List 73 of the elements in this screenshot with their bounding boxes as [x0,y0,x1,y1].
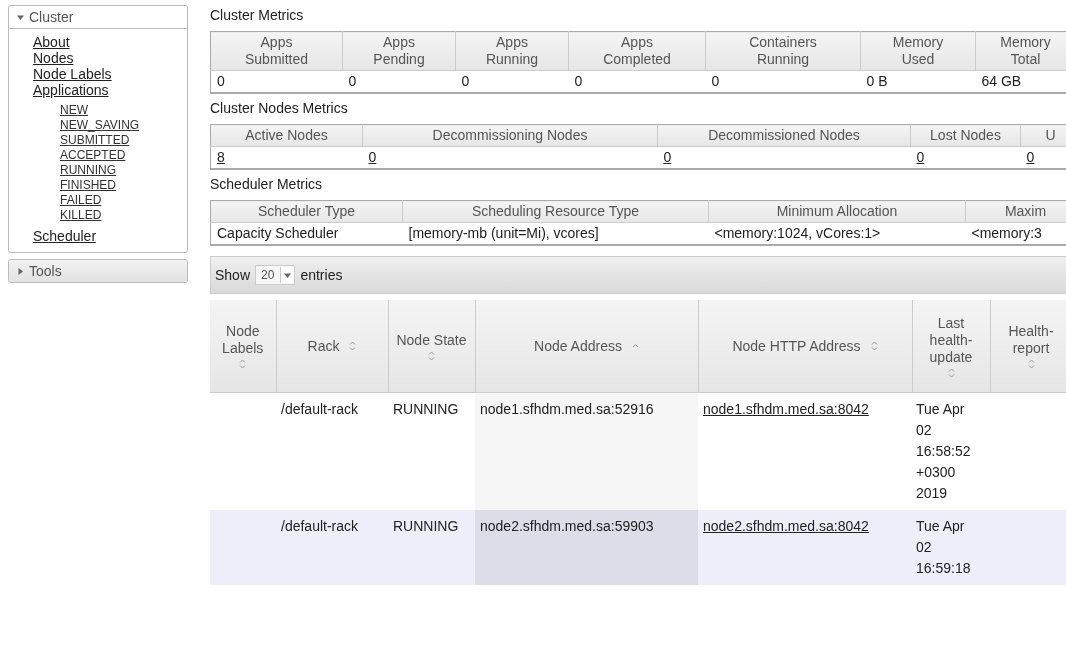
value-link[interactable]: 0 [1026,149,1035,165]
table-cell: <memory:1024, vCores:1> [708,222,966,245]
nav-link[interactable]: NEW [60,103,88,117]
column-header: Active Nodes [210,124,363,147]
label-text: Show [215,267,251,283]
column-header[interactable]: Last health-update [912,300,990,393]
node-link[interactable]: node2.sfhdm.med.sa:8042 [703,518,869,534]
table-cell: Tue Apr 02 16:58:52 +0300 2019 [912,392,990,510]
caret-icon [17,13,24,21]
page-size-select[interactable]: 20 [255,265,296,285]
table-cell: Tue Apr 02 16:59:18 [912,510,990,585]
table-cell: 0 [455,70,569,93]
node-link[interactable]: node1.sfhdm.med.sa:8042 [703,401,869,417]
table-cell: Capacity Scheduler [210,222,403,245]
table-cell: /default-rack [276,510,388,585]
column-header[interactable]: Rack [276,300,388,393]
nav-link[interactable]: Applications [33,82,109,98]
column-header[interactable]: Node HTTP Address [698,300,912,393]
column-header: Apps Pending [342,31,456,71]
caret-icon [284,271,292,279]
column-header: U [1020,124,1066,147]
nav-link[interactable]: NEW_SAVING [60,118,140,132]
nav-link[interactable]: Scheduler [33,228,97,244]
section-title: Cluster Nodes Metrics [210,100,348,116]
nav-link[interactable]: About [33,34,70,50]
column-header[interactable]: Node Labels [210,300,276,393]
column-header: Apps Completed [568,31,706,71]
column-header: Decommissioning Nodes [362,124,658,147]
column-header: Memory Total [975,31,1066,71]
value-link[interactable]: 0 [368,149,377,165]
column-header[interactable]: Health-report [990,300,1066,393]
table-cell: RUNNING [388,392,475,510]
nav-link[interactable]: Nodes [33,50,74,66]
section-title: Cluster Metrics [210,7,304,23]
caret-icon [17,267,24,275]
table-cell: 0 [705,70,861,93]
column-header: Minimum Allocation [708,200,966,223]
column-header: Scheduler Type [210,200,403,223]
table-cell: RUNNING [388,510,475,585]
value-link[interactable]: 8 [217,149,225,165]
value-link[interactable]: 0 [663,149,672,165]
table-cell: <memory:3 [965,222,1066,245]
nav-link[interactable]: KILLED [60,208,102,222]
value-link[interactable]: 0 [916,149,925,165]
table-cell: 64 GB [975,70,1066,93]
nav-link[interactable]: ACCEPTED [60,148,126,162]
column-header: Containers Running [705,31,861,71]
table-cell: node1.sfhdm.med.sa:52916 [475,392,698,510]
table-cell: node2.sfhdm.med.sa:59903 [475,510,698,585]
column-header: Maxim [965,200,1066,223]
section-title: Scheduler Metrics [210,176,323,192]
column-header: Memory Used [860,31,976,71]
column-header: Apps Running [455,31,569,71]
nav-link[interactable]: FAILED [60,193,102,207]
column-header: Lost Nodes [910,124,1021,147]
nav-link[interactable]: RUNNING [60,163,116,177]
column-header: Decommissioned Nodes [657,124,911,147]
accordion-header[interactable]: Tools [9,260,187,282]
table-cell: 0 [210,70,343,93]
label-text: entries [300,267,343,283]
table-cell: [memory-mb (unit=Mi), vcores] [402,222,709,245]
table-cell: /default-rack [276,392,388,510]
column-header[interactable]: Node Address [475,300,698,393]
table-cell: 0 [568,70,706,93]
column-header: Apps Submitted [210,31,343,71]
table-cell: 0 [342,70,456,93]
accordion-header[interactable]: Cluster [9,6,187,29]
nav-link[interactable]: FINISHED [60,178,116,192]
column-header[interactable]: Node State [388,300,475,393]
table-cell: 0 B [860,70,976,93]
nav-link[interactable]: SUBMITTED [60,133,130,147]
column-header: Scheduling Resource Type [402,200,709,223]
nav-link[interactable]: Node Labels [33,66,112,82]
